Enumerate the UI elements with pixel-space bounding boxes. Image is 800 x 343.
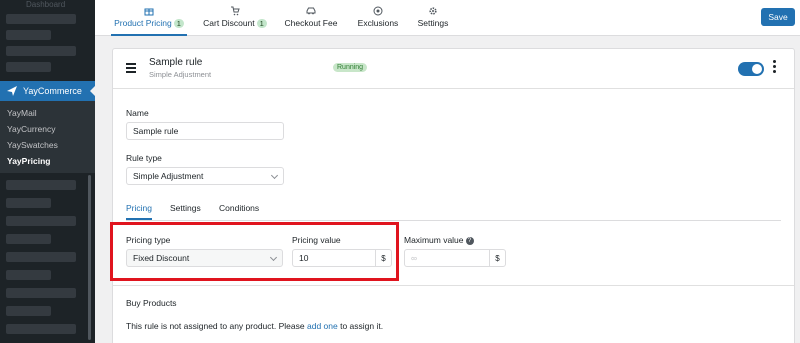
drag-handle-icon[interactable]	[126, 63, 136, 75]
tab-label: Cart Discount	[203, 18, 255, 28]
submenu-item-yayswatches[interactable]: YaySwatches	[7, 140, 58, 150]
sidebar-blurred-item[interactable]	[6, 252, 76, 262]
count-badge: 1	[256, 19, 267, 28]
top-tab-bar: Product Pricing 1 Cart Discount 1 Checkout…	[95, 0, 800, 36]
rule-name-input[interactable]: Sample rule	[126, 122, 284, 140]
car-icon	[306, 7, 316, 15]
section-divider	[113, 285, 794, 286]
sidebar-blurred-item[interactable]	[6, 234, 51, 244]
maximum-value-text: Maximum value	[404, 235, 464, 245]
sidebar-blurred-item[interactable]	[6, 306, 51, 316]
tab-cart-discount[interactable]: Cart Discount 1	[201, 6, 269, 36]
sidebar-blurred-item[interactable]	[6, 62, 51, 72]
tab-label: Checkout Fee	[284, 18, 338, 28]
message-text: This rule is not assigned to any product…	[126, 321, 305, 331]
cart-icon	[231, 6, 240, 16]
maximum-value-label: Maximum value?	[404, 235, 474, 245]
sidebar-item-label: YayCommerce	[23, 86, 82, 96]
highlight-box	[110, 222, 399, 281]
rule-title: Sample rule	[149, 57, 203, 68]
rule-enable-toggle[interactable]	[738, 62, 764, 76]
gear-icon	[429, 7, 437, 15]
add-one-link[interactable]: add one	[307, 321, 338, 331]
count-badge: 1	[173, 19, 184, 28]
sidebar-submenu: YayMail YayCurrency YaySwatches YayPrici…	[0, 101, 95, 173]
sidebar-blurred-item[interactable]	[6, 324, 76, 334]
rule-header[interactable]: Sample rule Simple Adjustment Running	[113, 49, 794, 89]
tab-label: Product Pricing	[114, 18, 172, 28]
sidebar-item-yaycommerce[interactable]: YayCommerce	[0, 81, 95, 101]
yaycommerce-logo-icon	[7, 86, 17, 96]
buy-products-heading: Buy Products	[126, 298, 177, 308]
sidebar-blurred-item[interactable]	[6, 14, 76, 24]
rule-type-value: Simple Adjustment	[133, 171, 204, 181]
gift-icon	[144, 8, 154, 16]
submenu-item-yaymail[interactable]: YayMail	[7, 108, 37, 118]
rule-type-select[interactable]: Simple Adjustment	[126, 167, 284, 185]
help-icon[interactable]: ?	[465, 236, 474, 245]
rule-subtitle: Simple Adjustment	[149, 70, 212, 79]
name-label: Name	[126, 108, 149, 118]
sidebar-blurred-item[interactable]	[6, 30, 51, 40]
sidebar-blurred-item[interactable]	[6, 216, 76, 226]
sidebar-scrollbar[interactable]	[88, 175, 91, 340]
tab-label: Exclusions	[357, 18, 399, 28]
sidebar-blurred-item[interactable]	[6, 288, 76, 298]
subtab-conditions[interactable]: Conditions	[219, 203, 259, 213]
sidebar-blurred-item[interactable]	[6, 270, 51, 280]
admin-sidebar: Dashboard YayCommerce YayMail YayCurrenc…	[0, 0, 95, 343]
maximum-value-input[interactable]: ∞ $	[404, 249, 506, 267]
maximum-value-placeholder: ∞	[411, 253, 418, 263]
subtab-divider	[126, 220, 781, 221]
tab-settings[interactable]: Settings	[415, 6, 451, 36]
tab-product-pricing[interactable]: Product Pricing 1	[111, 6, 187, 36]
currency-suffix: $	[489, 250, 505, 266]
sidebar-blurred-item[interactable]	[6, 46, 76, 56]
tab-checkout-fee[interactable]: Checkout Fee	[283, 6, 339, 36]
rule-type-label: Rule type	[126, 153, 162, 163]
sidebar-blurred-item[interactable]	[6, 180, 76, 190]
tab-exclusions[interactable]: Exclusions	[354, 6, 402, 36]
submenu-item-yaycurrency[interactable]: YayCurrency	[7, 124, 56, 134]
circle-dot-icon	[373, 6, 383, 16]
subtab-settings[interactable]: Settings	[170, 203, 201, 213]
rule-card: Sample rule Simple Adjustment Running Na…	[112, 48, 795, 343]
buy-products-message: This rule is not assigned to any product…	[126, 321, 383, 331]
more-options-icon[interactable]	[773, 60, 777, 75]
save-button[interactable]: Save	[761, 8, 795, 26]
status-badge: Running	[333, 63, 368, 72]
tab-label: Settings	[417, 18, 449, 28]
chevron-down-icon	[270, 171, 279, 180]
subtab-pricing[interactable]: Pricing	[126, 203, 152, 220]
sidebar-faint-item[interactable]: Dashboard	[26, 0, 65, 9]
sidebar-blurred-item[interactable]	[6, 198, 51, 208]
submenu-item-yaypricing[interactable]: YayPricing	[7, 156, 50, 166]
message-text: to assign it.	[340, 321, 384, 331]
